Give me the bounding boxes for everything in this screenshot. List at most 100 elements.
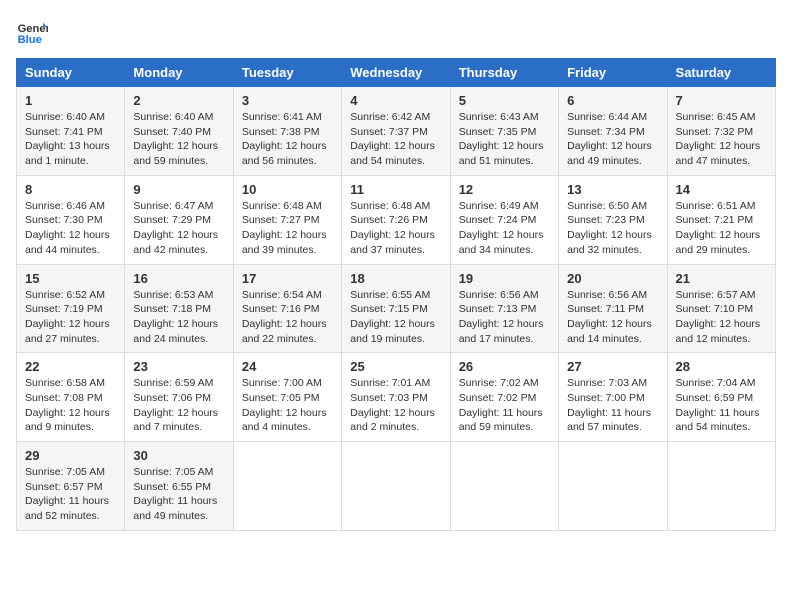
calendar-cell: 6Sunrise: 6:44 AMSunset: 7:34 PMDaylight… (559, 87, 667, 176)
day-number: 29 (25, 448, 116, 463)
day-info: Sunrise: 7:03 AMSunset: 7:00 PMDaylight:… (567, 376, 658, 435)
calendar-cell: 25 Sunrise: 7:01 AMSunset: 7:03 PMDayligh… (342, 353, 450, 442)
day-number: 24 (242, 359, 333, 374)
weekday-header-monday: Monday (125, 59, 233, 87)
day-number: 27 (567, 359, 658, 374)
day-info: Sunrise: 6:57 AMSunset: 7:10 PMDaylight:… (676, 288, 767, 347)
calendar-cell (559, 442, 667, 531)
day-info: Sunrise: 6:44 AMSunset: 7:34 PMDaylight:… (567, 110, 658, 169)
day-info: Sunrise: 7:01 AMSunset: 7:03 PMDaylight:… (350, 376, 441, 435)
calendar-cell: 8 Sunrise: 6:46 AMSunset: 7:30 PMDaylight… (17, 175, 125, 264)
calendar-table: SundayMondayTuesdayWednesdayThursdayFrid… (16, 58, 776, 531)
day-info: Sunrise: 6:40 AMSunset: 7:41 PMDaylight:… (25, 110, 116, 169)
day-number: 28 (676, 359, 767, 374)
day-number: 23 (133, 359, 224, 374)
calendar-cell (450, 442, 558, 531)
day-info: Sunrise: 6:48 AMSunset: 7:26 PMDaylight:… (350, 199, 441, 258)
calendar-cell: 14 Sunrise: 6:51 AMSunset: 7:21 PMDayligh… (667, 175, 775, 264)
weekday-header-wednesday: Wednesday (342, 59, 450, 87)
calendar-cell: 5 Sunrise: 6:43 AMSunset: 7:35 PMDaylight… (450, 87, 558, 176)
calendar-cell (233, 442, 341, 531)
calendar-cell: 22Sunrise: 6:58 AMSunset: 7:08 PMDayligh… (17, 353, 125, 442)
day-number: 30 (133, 448, 224, 463)
day-info: Sunrise: 6:43 AMSunset: 7:35 PMDaylight:… (459, 110, 550, 169)
calendar-week-row: 1Sunrise: 6:40 AMSunset: 7:41 PMDaylight… (17, 87, 776, 176)
calendar-cell: 28 Sunrise: 7:04 AMSunset: 6:59 PMDayligh… (667, 353, 775, 442)
day-number: 21 (676, 271, 767, 286)
calendar-cell: 1Sunrise: 6:40 AMSunset: 7:41 PMDaylight… (17, 87, 125, 176)
calendar-body: 1Sunrise: 6:40 AMSunset: 7:41 PMDaylight… (17, 87, 776, 531)
day-info: Sunrise: 6:55 AMSunset: 7:15 PMDaylight:… (350, 288, 441, 347)
day-number: 15 (25, 271, 116, 286)
day-info: Sunrise: 7:05 AMSunset: 6:57 PMDaylight:… (25, 465, 116, 524)
weekday-header-tuesday: Tuesday (233, 59, 341, 87)
day-number: 19 (459, 271, 550, 286)
calendar-cell: 29 Sunrise: 7:05 AMSunset: 6:57 PMDayligh… (17, 442, 125, 531)
day-info: Sunrise: 6:59 AMSunset: 7:06 PMDaylight:… (133, 376, 224, 435)
day-number: 3 (242, 93, 333, 108)
day-info: Sunrise: 6:41 AMSunset: 7:38 PMDaylight:… (242, 110, 333, 169)
day-number: 17 (242, 271, 333, 286)
calendar-cell: 3 Sunrise: 6:41 AMSunset: 7:38 PMDaylight… (233, 87, 341, 176)
calendar-header: SundayMondayTuesdayWednesdayThursdayFrid… (17, 59, 776, 87)
calendar-cell: 18 Sunrise: 6:55 AMSunset: 7:15 PMDayligh… (342, 264, 450, 353)
day-info: Sunrise: 6:45 AMSunset: 7:32 PMDaylight:… (676, 110, 767, 169)
day-info: Sunrise: 7:02 AMSunset: 7:02 PMDaylight:… (459, 376, 550, 435)
day-info: Sunrise: 6:52 AMSunset: 7:19 PMDaylight:… (25, 288, 116, 347)
weekday-header-thursday: Thursday (450, 59, 558, 87)
logo: General Blue (16, 16, 48, 48)
day-number: 16 (133, 271, 224, 286)
calendar-week-row: 8 Sunrise: 6:46 AMSunset: 7:30 PMDaylight… (17, 175, 776, 264)
day-info: Sunrise: 6:56 AMSunset: 7:13 PMDaylight:… (459, 288, 550, 347)
weekday-header-row: SundayMondayTuesdayWednesdayThursdayFrid… (17, 59, 776, 87)
day-number: 20 (567, 271, 658, 286)
calendar-cell: 26Sunrise: 7:02 AMSunset: 7:02 PMDayligh… (450, 353, 558, 442)
calendar-week-row: 29 Sunrise: 7:05 AMSunset: 6:57 PMDayligh… (17, 442, 776, 531)
calendar-cell: 21 Sunrise: 6:57 AMSunset: 7:10 PMDayligh… (667, 264, 775, 353)
calendar-week-row: 22Sunrise: 6:58 AMSunset: 7:08 PMDayligh… (17, 353, 776, 442)
calendar-cell: 13Sunrise: 6:50 AMSunset: 7:23 PMDayligh… (559, 175, 667, 264)
day-number: 12 (459, 182, 550, 197)
day-number: 5 (459, 93, 550, 108)
calendar-cell: 7Sunrise: 6:45 AMSunset: 7:32 PMDaylight… (667, 87, 775, 176)
day-number: 14 (676, 182, 767, 197)
calendar-cell: 20 Sunrise: 6:56 AMSunset: 7:11 PMDayligh… (559, 264, 667, 353)
day-info: Sunrise: 6:56 AMSunset: 7:11 PMDaylight:… (567, 288, 658, 347)
calendar-cell: 16 Sunrise: 6:53 AMSunset: 7:18 PMDayligh… (125, 264, 233, 353)
calendar-cell: 23 Sunrise: 6:59 AMSunset: 7:06 PMDayligh… (125, 353, 233, 442)
calendar-cell: 15 Sunrise: 6:52 AMSunset: 7:19 PMDayligh… (17, 264, 125, 353)
day-info: Sunrise: 7:00 AMSunset: 7:05 PMDaylight:… (242, 376, 333, 435)
weekday-header-sunday: Sunday (17, 59, 125, 87)
day-info: Sunrise: 7:04 AMSunset: 6:59 PMDaylight:… (676, 376, 767, 435)
day-number: 25 (350, 359, 441, 374)
calendar-cell: 11 Sunrise: 6:48 AMSunset: 7:26 PMDayligh… (342, 175, 450, 264)
logo-icon: General Blue (16, 16, 48, 48)
calendar-cell: 17Sunrise: 6:54 AMSunset: 7:16 PMDayligh… (233, 264, 341, 353)
weekday-header-saturday: Saturday (667, 59, 775, 87)
day-number: 10 (242, 182, 333, 197)
calendar-cell: 9Sunrise: 6:47 AMSunset: 7:29 PMDaylight… (125, 175, 233, 264)
calendar-cell (667, 442, 775, 531)
day-number: 4 (350, 93, 441, 108)
day-info: Sunrise: 6:46 AMSunset: 7:30 PMDaylight:… (25, 199, 116, 258)
day-info: Sunrise: 6:53 AMSunset: 7:18 PMDaylight:… (133, 288, 224, 347)
day-info: Sunrise: 6:58 AMSunset: 7:08 PMDaylight:… (25, 376, 116, 435)
weekday-header-friday: Friday (559, 59, 667, 87)
day-info: Sunrise: 7:05 AMSunset: 6:55 PMDaylight:… (133, 465, 224, 524)
day-number: 13 (567, 182, 658, 197)
calendar-cell: 24 Sunrise: 7:00 AMSunset: 7:05 PMDayligh… (233, 353, 341, 442)
calendar-cell: 2Sunrise: 6:40 AMSunset: 7:40 PMDaylight… (125, 87, 233, 176)
page-header: General Blue (16, 16, 776, 48)
day-number: 11 (350, 182, 441, 197)
day-number: 18 (350, 271, 441, 286)
calendar-cell (342, 442, 450, 531)
day-info: Sunrise: 6:40 AMSunset: 7:40 PMDaylight:… (133, 110, 224, 169)
calendar-cell: 30 Sunrise: 7:05 AMSunset: 6:55 PMDayligh… (125, 442, 233, 531)
day-number: 8 (25, 182, 116, 197)
day-info: Sunrise: 6:48 AMSunset: 7:27 PMDaylight:… (242, 199, 333, 258)
day-info: Sunrise: 6:51 AMSunset: 7:21 PMDaylight:… (676, 199, 767, 258)
day-info: Sunrise: 6:49 AMSunset: 7:24 PMDaylight:… (459, 199, 550, 258)
calendar-cell: 4Sunrise: 6:42 AMSunset: 7:37 PMDaylight… (342, 87, 450, 176)
calendar-cell: 27 Sunrise: 7:03 AMSunset: 7:00 PMDayligh… (559, 353, 667, 442)
calendar-week-row: 15 Sunrise: 6:52 AMSunset: 7:19 PMDayligh… (17, 264, 776, 353)
